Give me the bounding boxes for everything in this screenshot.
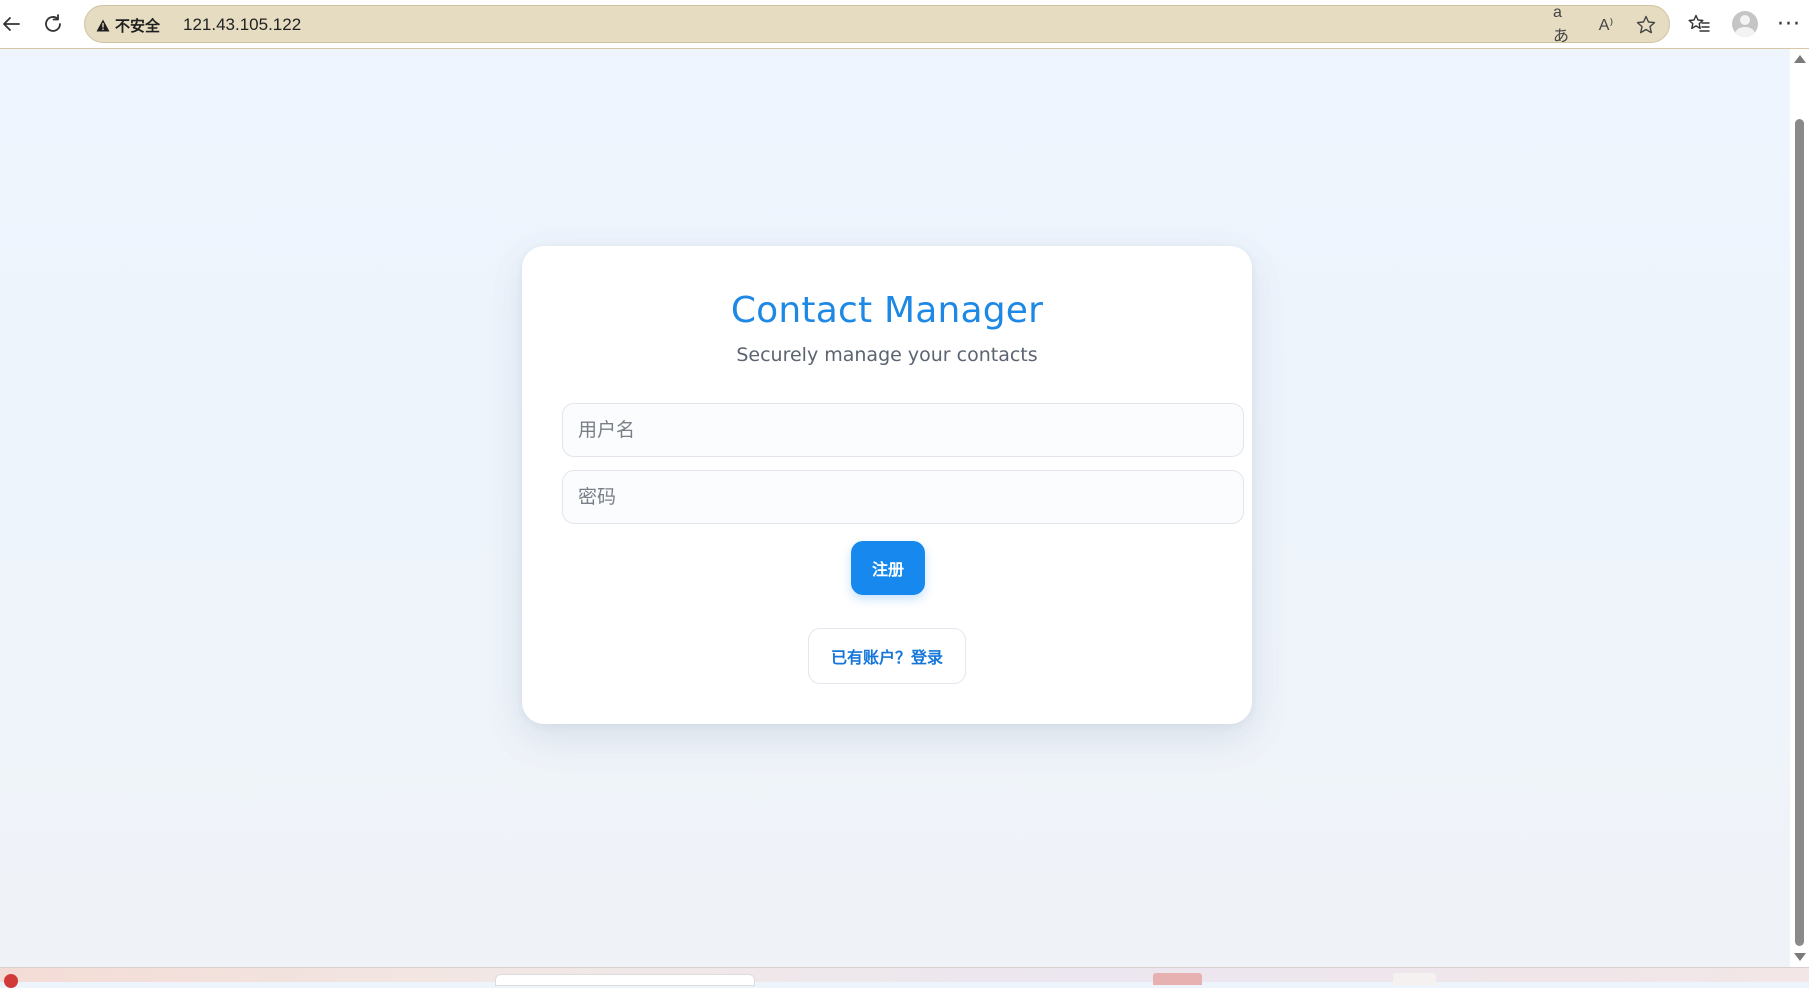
login-link-button[interactable]: 已有账户？登录 [808,628,966,684]
page-subtitle: Securely manage your contacts [736,344,1038,366]
taskbar-app-icon[interactable] [4,974,18,988]
taskbar-search[interactable] [495,974,755,986]
register-button[interactable]: 注册 [851,541,925,595]
scroll-up-icon[interactable] [1794,55,1806,63]
security-indicator[interactable]: 不安全 [96,14,160,36]
address-bar[interactable]: 不安全 121.43.105.122 aあ A⁾ [84,4,1670,45]
translate-icon[interactable]: aあ [1553,4,1577,45]
login-card: Contact Manager Securely manage your con… [522,246,1252,724]
password-input[interactable] [562,470,1244,524]
page-title: Contact Manager [730,290,1044,331]
back-arrow-icon [3,17,20,31]
username-input[interactable] [562,403,1244,457]
avatar [1732,11,1758,37]
star-icon[interactable] [1634,14,1658,36]
more-icon[interactable]: ··· [1774,10,1804,38]
scroll-thumb[interactable] [1795,119,1804,946]
taskbar-app-button[interactable] [1153,973,1202,985]
url-text[interactable]: 121.43.105.122 [183,15,301,35]
browser-toolbar: 不安全 121.43.105.122 aあ A⁾ ··· [0,0,1809,49]
security-label: 不安全 [115,16,161,35]
favorites-icon[interactable] [1684,10,1714,38]
back-button[interactable] [0,9,26,39]
vertical-scrollbar[interactable] [1790,49,1809,967]
profile-icon[interactable] [1730,10,1760,38]
taskbar-app-button[interactable] [1393,973,1436,985]
taskbar [0,967,1809,988]
reload-button[interactable] [38,9,68,39]
read-aloud-icon[interactable]: A⁾ [1594,14,1618,36]
reload-icon [45,14,61,32]
scroll-down-icon[interactable] [1794,953,1806,961]
warning-icon [96,19,110,31]
